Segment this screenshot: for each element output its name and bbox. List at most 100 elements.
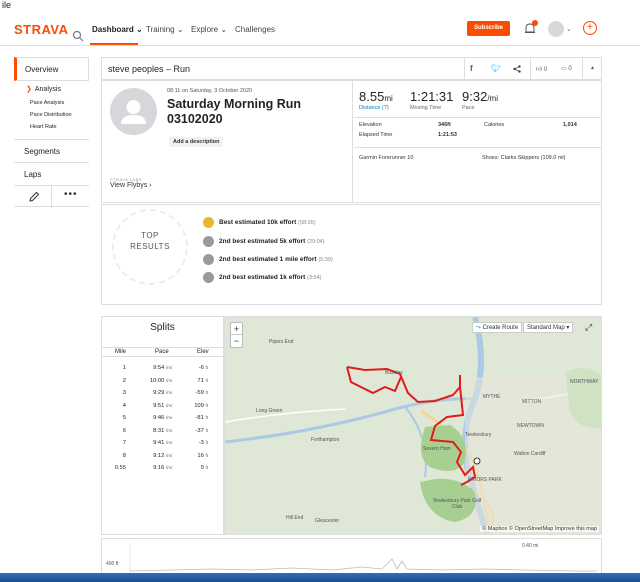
zoom-in-button[interactable]: + [231, 323, 242, 335]
map-style-select[interactable]: Standard Map ▾ [523, 322, 574, 333]
effort-1mile[interactable]: 2nd best estimated 1 mile effort (5:39) [219, 256, 333, 263]
table-row[interactable]: 4 9:51 /mi 109 ft [102, 400, 223, 412]
map-label: Pipers End [269, 339, 294, 345]
effort-5k-time: (29:04) [307, 239, 325, 245]
divider [51, 186, 52, 208]
activity-header: steve peoples – Run f 🐦︎ 👍︎ 0 ▭ 0 ▲ [101, 57, 602, 80]
upload-plus-button[interactable]: + [583, 21, 597, 35]
distance-label[interactable]: Distance (?) [359, 105, 393, 111]
effort-5k[interactable]: 2nd best estimated 5k effort (29:04) [219, 238, 325, 245]
create-route-button[interactable]: ⤳ Create Route [472, 322, 523, 333]
split-pace-unit: /mi [166, 377, 172, 383]
split-pace-value: 9:51 [153, 402, 165, 409]
moving-time-stat: 1:21:31 Moving Time [410, 89, 453, 111]
split-pace-value: 9:29 [153, 390, 165, 396]
calories-value: 1,014 [563, 122, 577, 128]
effort-1k[interactable]: 2nd best estimated 1k effort (3:54) [219, 274, 322, 281]
split-pace-unit: /mi [166, 415, 172, 420]
map-canvas[interactable] [225, 317, 602, 535]
pace-label: Pace [462, 105, 475, 111]
table-row[interactable]: 7 9:41 /mi -3 ft [102, 437, 223, 449]
map-label: Gleucester [315, 518, 340, 524]
nav-explore[interactable]: Explore ⌄ [191, 25, 227, 34]
kudos-button[interactable]: 👍︎ 0 [536, 65, 547, 73]
sidebar-analysis-label: Analysis [34, 86, 61, 93]
split-elev-unit: ft [205, 377, 208, 383]
split-pace-unit: /mi [166, 452, 172, 458]
sidebar-item-segments[interactable]: Segments [14, 139, 89, 162]
split-elev: -59 ft [182, 390, 208, 396]
sidebar-item-pace-analysis[interactable]: Pace Analysis [14, 97, 89, 109]
table-row[interactable]: 0.55 9:16 /mi 9 ft [102, 462, 223, 474]
route-icon: ⤳ [476, 325, 481, 331]
split-elev: -81 ft [182, 415, 208, 421]
sidebar-item-heart-rate[interactable]: Heart Rate [14, 121, 89, 133]
divider [530, 58, 531, 79]
table-row[interactable]: 5 9:46 /mi -81 ft [102, 412, 223, 424]
user-avatar[interactable] [548, 21, 564, 37]
sidebar-item-laps[interactable]: Laps [14, 162, 89, 185]
effort-1k-text: 2nd best estimated 1k effort [219, 274, 306, 281]
facebook-icon[interactable]: f [470, 64, 473, 73]
sidebar-tools: ••• [14, 185, 89, 208]
calories-label: Calories [484, 122, 505, 128]
nav-challenges[interactable]: Challenges [235, 25, 275, 34]
effort-10k[interactable]: Best estimated 10k effort (58:26) [219, 219, 316, 226]
distance-unit: mi [384, 94, 393, 103]
map-attribution[interactable]: © Mapbox © OpenStreetMap Improve this ma… [480, 526, 599, 532]
table-row[interactable]: 8 9:12 /mi 16 ft [102, 450, 223, 462]
split-elev-value: -37 [195, 427, 204, 434]
chevron-down-icon[interactable]: ⌄ [566, 25, 572, 33]
comment-button[interactable]: ▭ 0 [561, 65, 572, 72]
route-map[interactable]: + − ⤳ Create Route Standard Map ▾ ⤢ Pipe… [224, 316, 602, 535]
split-elev: 71 ft [182, 378, 208, 384]
split-elev-unit: ft [205, 390, 208, 395]
table-row[interactable]: 2 10:00 /mi 71 ft [102, 375, 223, 387]
map-label: MYTHE [483, 394, 501, 400]
table-row[interactable]: 3 9:29 /mi -59 ft [102, 387, 223, 399]
split-pace-value: 8:31 [153, 427, 165, 434]
split-pace-unit: /mi [166, 440, 172, 445]
nav-dashboard[interactable]: Dashboard ⌄ [92, 25, 143, 34]
collapse-icon[interactable]: ▲ [590, 65, 595, 71]
add-description-button[interactable]: Add a description [169, 137, 224, 147]
split-mile: 5 [106, 415, 126, 421]
thumbs-up-icon: 👍︎ [536, 67, 543, 73]
more-options-icon[interactable]: ••• [64, 189, 78, 200]
zoom-out-button[interactable]: − [231, 335, 242, 347]
elevation-value: 346ft [438, 122, 451, 128]
split-pace: 9:12 /mi [132, 453, 172, 459]
split-elev: -37 ft [182, 428, 208, 434]
share-icon[interactable] [513, 65, 521, 73]
split-mile: 1 [106, 365, 126, 371]
twitter-icon[interactable]: 🐦︎ [491, 64, 501, 73]
pencil-icon[interactable] [28, 191, 40, 203]
split-pace-value: 9:41 [153, 440, 165, 446]
table-row[interactable]: 6 8:31 /mi -37 ft [102, 425, 223, 437]
kudos-count: 0 [543, 67, 548, 73]
strava-logo[interactable]: STRAVA [14, 22, 69, 37]
comment-count: 0 [568, 66, 572, 72]
top-results-line2: RESULTS [130, 242, 170, 251]
split-elev: 16 ft [182, 453, 208, 459]
activity-summary: 08:11 on Saturday, 3 October 2020 Saturd… [101, 80, 602, 203]
map-label: Forthampton [311, 437, 340, 443]
split-mile: 4 [106, 403, 126, 409]
nav-training[interactable]: Training ⌄ [146, 25, 184, 34]
pace-value: 9:32 [462, 89, 488, 104]
sidebar: Overview ❯ Analysis Pace Analysis Pace Di… [14, 57, 89, 208]
sidebar-item-pace-distribution[interactable]: Pace Distribution [14, 109, 89, 121]
search-icon[interactable] [72, 30, 84, 42]
split-elev-value: 109 [194, 402, 204, 409]
sidebar-item-overview[interactable]: Overview [14, 57, 89, 81]
athlete-avatar[interactable] [110, 88, 157, 135]
moving-time-value: 1:21:31 [410, 89, 454, 104]
gold-medal-icon [203, 217, 214, 228]
subscribe-button[interactable]: Subscribe [467, 21, 510, 36]
sidebar-item-analysis[interactable]: ❯ Analysis [14, 81, 89, 93]
split-elev: -3 ft [182, 440, 208, 446]
pace-unit: /mi [487, 94, 498, 103]
table-row[interactable]: 1 9:54 /mi -6 ft [102, 362, 223, 374]
view-flybys-link[interactable]: View Flybys › [110, 182, 152, 189]
fullscreen-icon[interactable]: ⤢ [585, 322, 592, 333]
